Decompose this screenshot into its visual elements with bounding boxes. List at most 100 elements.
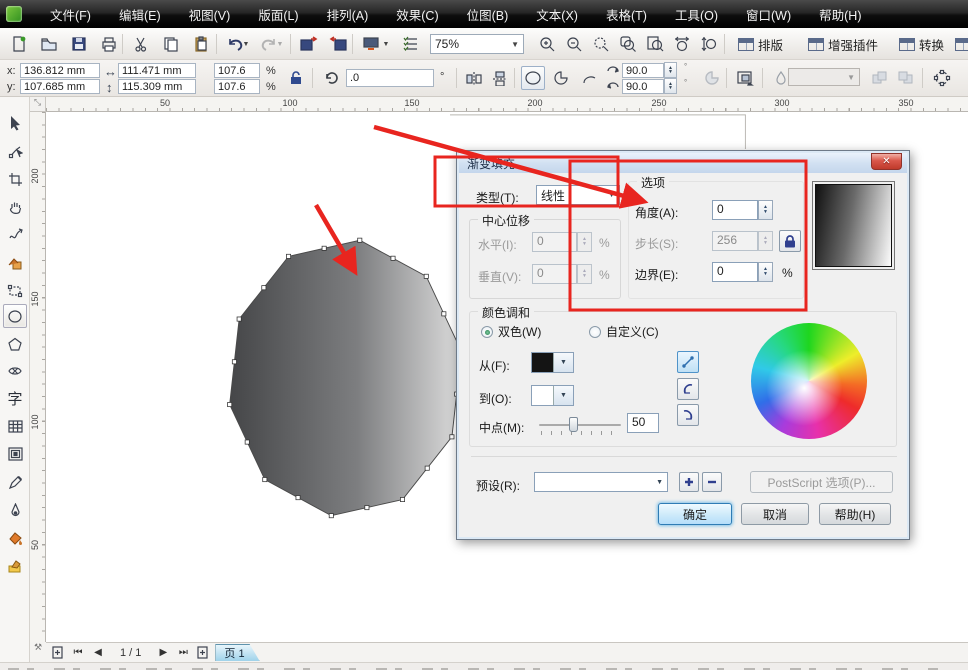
shape-node-handle[interactable] bbox=[391, 256, 395, 260]
menu-view[interactable]: 视图(V) bbox=[175, 0, 245, 29]
arc-start-spinner[interactable]: ▲▼ bbox=[664, 62, 677, 78]
zoom-height-button[interactable] bbox=[696, 32, 722, 56]
mirror-horizontal-button[interactable] bbox=[462, 66, 486, 90]
horizontal-field[interactable]: 0 bbox=[532, 232, 577, 252]
print-button[interactable] bbox=[96, 32, 122, 56]
from-color-picker[interactable]: ▼ bbox=[531, 352, 574, 373]
arc-end-spinner[interactable]: ▲▼ bbox=[664, 78, 677, 94]
angle-spinner[interactable]: ▲▼ bbox=[758, 200, 773, 220]
shape-node-handle[interactable] bbox=[228, 402, 232, 406]
open-button[interactable] bbox=[36, 32, 62, 56]
shape-node-handle[interactable] bbox=[425, 466, 429, 470]
crop-tool[interactable] bbox=[3, 167, 27, 191]
pie-mode-button[interactable] bbox=[549, 66, 573, 90]
shape-node-handle[interactable] bbox=[400, 497, 404, 501]
remove-preset-button[interactable] bbox=[702, 472, 722, 492]
decagon-shape[interactable] bbox=[230, 240, 462, 515]
steps-spinner[interactable]: ▲▼ bbox=[758, 231, 773, 251]
zoom-selected-button[interactable] bbox=[588, 32, 614, 56]
close-button[interactable]: ✕ bbox=[871, 153, 902, 170]
vertical-ruler[interactable]: 200 150 100 50 bbox=[30, 112, 46, 642]
vertical-field[interactable]: 0 bbox=[532, 264, 577, 284]
convert-toolbar-button[interactable]: 转换 bbox=[893, 31, 950, 57]
zoom-width-button[interactable] bbox=[669, 32, 695, 56]
options-button[interactable] bbox=[398, 32, 424, 56]
to-back-button[interactable] bbox=[894, 66, 918, 90]
custom-radio[interactable]: 自定义(C) bbox=[589, 323, 659, 340]
next-page-button[interactable]: ▶ bbox=[155, 646, 171, 660]
help-button[interactable]: 帮助(H) bbox=[819, 503, 891, 525]
add-page-back-button[interactable] bbox=[195, 646, 211, 660]
menu-layout[interactable]: 版面(L) bbox=[244, 0, 312, 29]
ruler-origin[interactable]: ⤡ bbox=[30, 97, 46, 112]
to-color-picker[interactable]: ▼ bbox=[531, 385, 574, 406]
table-tool[interactable] bbox=[3, 414, 27, 438]
ellipse-mode-button[interactable] bbox=[521, 66, 545, 90]
redo-dropdown-arrow[interactable]: ▼ bbox=[274, 32, 286, 56]
cancel-button[interactable]: 取消 bbox=[741, 503, 809, 525]
shape-node-handle[interactable] bbox=[237, 317, 241, 321]
shape-tool[interactable] bbox=[3, 139, 27, 163]
arc-mode-button[interactable] bbox=[577, 66, 601, 90]
shape-node-handle[interactable] bbox=[232, 360, 236, 364]
shape-node-handle[interactable] bbox=[450, 435, 454, 439]
plugins-toolbar-button[interactable]: 增强插件 bbox=[802, 31, 884, 57]
two-color-radio[interactable]: 双色(W) bbox=[481, 323, 541, 340]
arc-direction-button[interactable] bbox=[700, 66, 724, 90]
zoom-in-button[interactable] bbox=[534, 32, 560, 56]
shape-node-handle[interactable] bbox=[442, 312, 446, 316]
text-tool[interactable]: 字 bbox=[3, 386, 27, 410]
presets-combo[interactable]: ▼ bbox=[534, 472, 668, 492]
zoom-all-objects-button[interactable] bbox=[615, 32, 641, 56]
shape-node-handle[interactable] bbox=[263, 477, 267, 481]
smart-fill-tool[interactable] bbox=[3, 251, 27, 275]
horizontal-spinner[interactable]: ▲▼ bbox=[577, 232, 592, 252]
menu-text[interactable]: 文本(X) bbox=[522, 0, 592, 29]
fill-tool[interactable] bbox=[3, 526, 27, 550]
menu-table[interactable]: 表格(T) bbox=[592, 0, 661, 29]
midpoint-slider-thumb[interactable] bbox=[569, 417, 578, 432]
type-combo[interactable]: 线性▼ bbox=[536, 185, 620, 205]
prev-page-button[interactable]: ◀ bbox=[90, 646, 106, 660]
ok-button[interactable]: 确定 bbox=[658, 503, 732, 525]
arc-start-field[interactable]: 90.0 bbox=[622, 63, 664, 78]
zoom-level-combo[interactable]: 75%▼ bbox=[430, 34, 524, 54]
midpoint-field[interactable]: 50 bbox=[627, 413, 659, 433]
last-page-button[interactable]: ⏭ bbox=[175, 646, 191, 660]
text-wrap-button[interactable] bbox=[733, 66, 757, 90]
shape-node-handle[interactable] bbox=[329, 514, 333, 518]
menu-help[interactable]: 帮助(H) bbox=[805, 0, 875, 29]
polygon-tool[interactable] bbox=[3, 332, 27, 356]
export-button[interactable] bbox=[326, 32, 352, 56]
page-tab[interactable]: 页 1 bbox=[215, 644, 259, 661]
object-height-field[interactable]: 115.309 mm bbox=[118, 79, 196, 94]
outline-width-combo[interactable]: ▼ bbox=[788, 68, 860, 86]
arc-end-field[interactable]: 90.0 bbox=[622, 79, 664, 94]
outline-pen-tool[interactable] bbox=[3, 498, 27, 522]
first-page-button[interactable]: ⏮ bbox=[70, 646, 86, 660]
pick-tool[interactable] bbox=[3, 111, 27, 135]
undo-dropdown-arrow[interactable]: ▼ bbox=[240, 32, 252, 56]
add-page-front-button[interactable] bbox=[50, 646, 66, 660]
shape-node-handle[interactable] bbox=[262, 286, 266, 290]
paste-button[interactable] bbox=[188, 32, 214, 56]
menu-window[interactable]: 窗口(W) bbox=[732, 0, 805, 29]
shape-node-handle[interactable] bbox=[245, 440, 249, 444]
counterclockwise-path-button[interactable] bbox=[677, 378, 699, 400]
launcher-dropdown-arrow[interactable]: ▼ bbox=[380, 32, 392, 56]
zoom-page-button[interactable] bbox=[642, 32, 668, 56]
zoom-out-button[interactable] bbox=[561, 32, 587, 56]
object-width-field[interactable]: 111.471 mm bbox=[118, 63, 196, 78]
angle-field[interactable]: 0 bbox=[712, 200, 758, 220]
midpoint-slider-track[interactable] bbox=[539, 424, 621, 426]
steps-lock-button[interactable] bbox=[779, 230, 801, 252]
horizontal-ruler[interactable]: 50 100 150 200 250 300 350 bbox=[46, 97, 968, 112]
basic-shapes-tool[interactable] bbox=[3, 359, 27, 383]
copy-button[interactable] bbox=[158, 32, 184, 56]
add-preset-button[interactable] bbox=[679, 472, 699, 492]
menu-edit[interactable]: 编辑(E) bbox=[105, 0, 175, 29]
color-wheel[interactable] bbox=[751, 323, 867, 439]
interactive-fill-tool[interactable] bbox=[3, 554, 27, 578]
mirror-vertical-button[interactable] bbox=[488, 66, 512, 90]
freehand-tool[interactable] bbox=[3, 223, 27, 247]
